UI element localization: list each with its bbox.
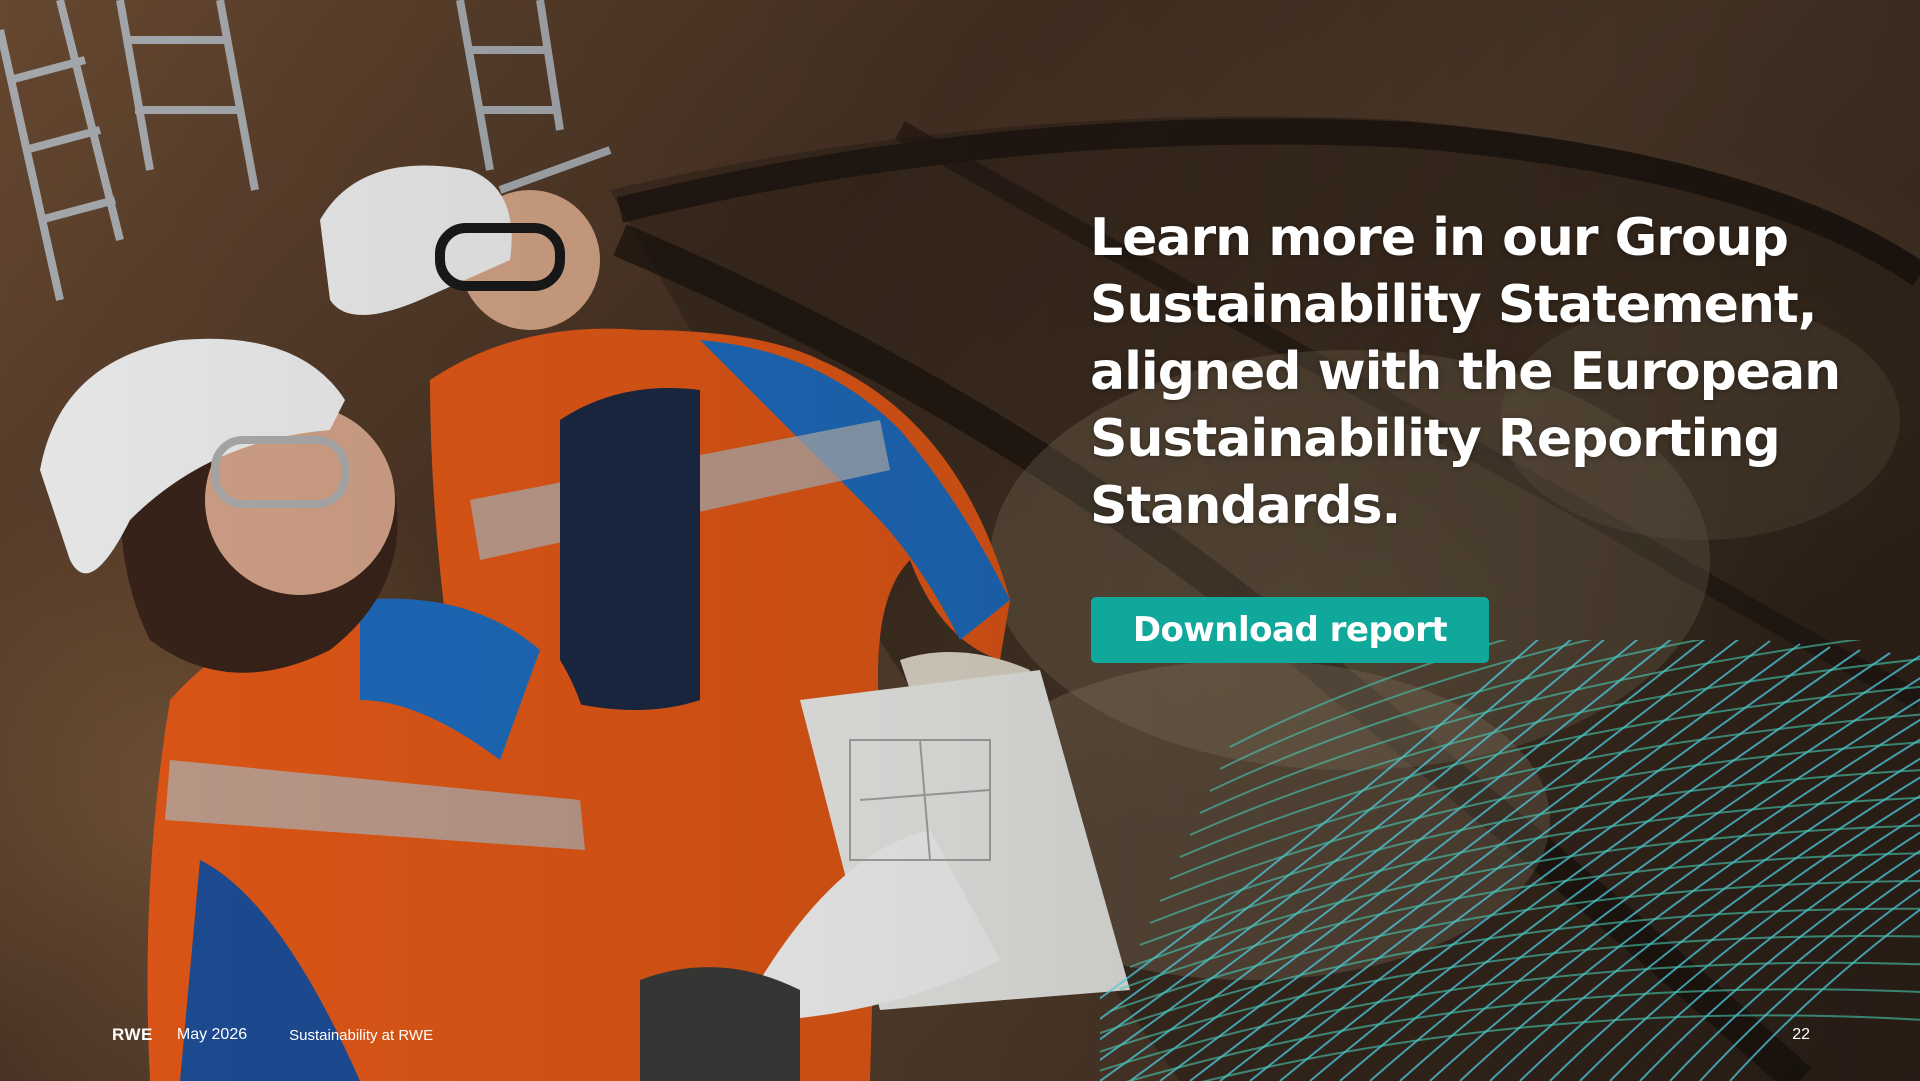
footer-section: Sustainability at RWE xyxy=(289,1026,434,1044)
decorative-wave-lines xyxy=(1100,640,1920,1081)
footer-date: May 2026 xyxy=(176,1026,248,1043)
footer: RWE May 2026 Sustainability at RWE xyxy=(112,1024,433,1046)
slide: Learn more in our Group Sustainability S… xyxy=(0,0,1920,1081)
page-number: 22 xyxy=(1792,1026,1810,1043)
download-report-button[interactable]: Download report xyxy=(1091,597,1489,663)
rwe-logo: RWE xyxy=(112,1025,153,1044)
headline: Learn more in our Group Sustainability S… xyxy=(1090,208,1841,536)
